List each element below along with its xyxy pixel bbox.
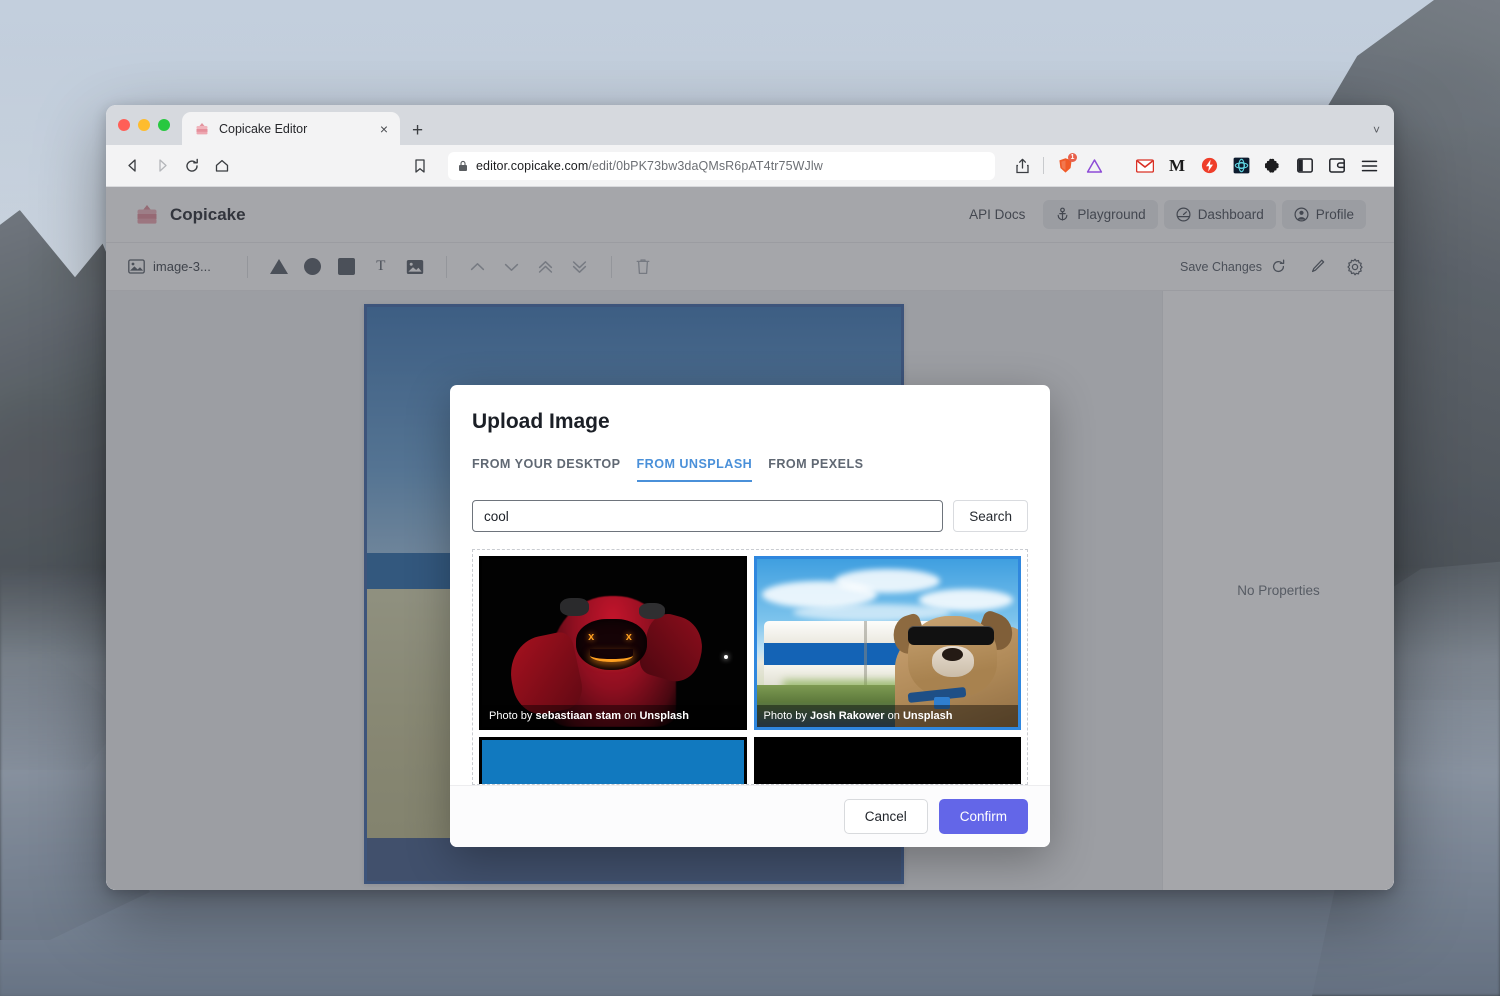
toolbar-divider [1043,157,1044,174]
result-thumbnail: xx [482,559,744,727]
browser-tabstrip: Copicake Editor × + ˅ [106,105,1394,145]
browser-toolbar-icons: 1 M [1005,152,1382,179]
window-maximize-button[interactable] [158,119,170,131]
brave-shield-badge: 1 [1068,152,1077,162]
forward-icon [148,152,176,180]
url-path: /edit/0bPK73bw3daQMsR6pAT4tr75WJlw [588,158,823,173]
sidebar-panel-icon[interactable] [1292,153,1318,179]
results-grid: xx Photo by sebastiaan stam on Unsplash [479,556,1021,784]
cancel-button[interactable]: Cancel [843,799,928,834]
browser-tab-title: Copicake Editor [219,121,308,136]
credit-mid: on [887,710,900,722]
close-icon[interactable]: × [377,120,391,138]
result-thumbnail [482,740,744,784]
window-minimize-button[interactable] [138,119,150,131]
page-viewport: Copicake API Docs Playground Dashboard P… [106,187,1394,890]
result-thumbnail [756,559,1019,727]
browser-window: Copicake Editor × + ˅ editor.copicake.co… [106,105,1394,890]
modal-tabs: FROM YOUR DESKTOP FROM UNSPLASH FROM PEX… [450,434,1050,482]
upload-image-modal: Upload Image FROM YOUR DESKTOP FROM UNSP… [450,385,1050,847]
credit-prefix: Photo by [763,710,807,722]
search-input[interactable] [472,500,944,532]
reload-icon[interactable] [178,152,206,180]
bookmark-icon[interactable] [406,152,434,180]
home-icon[interactable] [208,152,236,180]
vercel-triangle-icon[interactable] [1081,153,1107,179]
modal-footer: Cancel Confirm [450,785,1050,847]
collections-icon[interactable] [1324,153,1350,179]
tab-from-unsplash[interactable]: FROM UNSPLASH [636,457,753,482]
browser-menu-icon[interactable] [1356,153,1382,179]
modal-title: Upload Image [472,410,610,433]
browser-tab[interactable]: Copicake Editor × [182,112,400,145]
result-tile[interactable]: xx Photo by sebastiaan stam on Unsplash [479,556,747,730]
results-container: xx Photo by sebastiaan stam on Unsplash [472,549,1028,785]
credit-author: Josh Rakower [809,710,885,722]
gmail-icon[interactable] [1132,153,1158,179]
credit-mid: on [624,710,637,722]
search-row: Search [450,482,1050,532]
new-tab-button[interactable]: + [412,121,423,140]
browser-toolbar: editor.copicake.com/edit/0bPK73bw3daQMsR… [106,145,1394,187]
browser-extensions-group: M [1132,153,1382,179]
result-tile[interactable] [753,737,1021,784]
tab-from-your-desktop[interactable]: FROM YOUR DESKTOP [472,457,621,482]
lightning-icon[interactable] [1196,153,1222,179]
credit-source: Unsplash [902,710,953,722]
tab-from-pexels[interactable]: FROM PEXELS [768,457,863,482]
share-icon[interactable] [1009,153,1035,179]
credit-prefix: Photo by [489,710,533,722]
result-thumbnail [756,740,1018,784]
window-traffic-lights [118,105,182,145]
confirm-button[interactable]: Confirm [938,799,1028,834]
cake-icon [194,122,210,136]
result-tile[interactable] [479,737,747,784]
result-credit: Photo by Josh Rakower on Unsplash [756,705,1018,727]
chevron-down-icon[interactable]: ˅ [1373,123,1380,137]
extensions-puzzle-icon[interactable] [1260,153,1286,179]
address-bar-text: editor.copicake.com/edit/0bPK73bw3daQMsR… [476,159,823,173]
result-credit: Photo by sebastiaan stam on Unsplash [482,705,744,727]
grid-extension-icon[interactable] [1228,153,1254,179]
credit-source: Unsplash [639,710,689,722]
credit-author: sebastiaan stam [535,710,622,722]
address-bar[interactable]: editor.copicake.com/edit/0bPK73bw3daQMsR… [448,151,995,180]
lock-icon [458,160,468,172]
window-close-button[interactable] [118,119,130,131]
medium-icon[interactable]: M [1164,153,1190,179]
url-host: editor.copicake.com [476,158,589,173]
search-button[interactable]: Search [953,500,1028,532]
back-icon[interactable] [118,152,146,180]
brave-shield-icon[interactable]: 1 [1052,152,1078,179]
result-tile-selected[interactable]: Photo by Josh Rakower on Unsplash [753,556,1021,730]
